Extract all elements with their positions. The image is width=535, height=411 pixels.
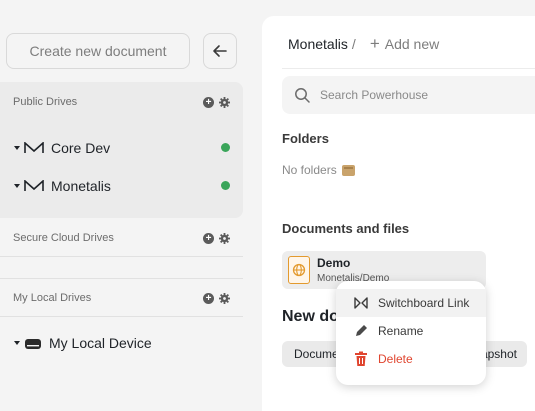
secure-drives-actions: + bbox=[203, 233, 230, 244]
context-menu: Switchboard Link Rename Delete bbox=[336, 281, 486, 385]
menu-item-label: Rename bbox=[378, 324, 424, 338]
gear-icon[interactable] bbox=[219, 97, 230, 108]
powerhouse-logo-icon bbox=[24, 142, 44, 153]
local-drives-actions: + bbox=[203, 293, 230, 304]
pencil-icon bbox=[352, 322, 370, 340]
switchboard-icon bbox=[352, 294, 370, 312]
powerhouse-logo-icon bbox=[24, 180, 44, 191]
drive-label: Core Dev bbox=[51, 140, 111, 156]
breadcrumb: Monetalis / + Add new bbox=[288, 35, 439, 52]
hard-drive-icon bbox=[25, 339, 41, 349]
drive-item-my-local-device[interactable]: My Local Device bbox=[14, 335, 152, 351]
document-globe-icon bbox=[288, 256, 310, 284]
gear-icon[interactable] bbox=[219, 233, 230, 244]
collapse-sidebar-button[interactable] bbox=[203, 33, 237, 69]
section-label-secure-cloud-drives: Secure Cloud Drives bbox=[13, 232, 114, 244]
drive-label: My Local Device bbox=[49, 335, 152, 351]
add-drive-icon[interactable]: + bbox=[203, 233, 214, 244]
section-label-public-drives: Public Drives bbox=[13, 96, 78, 108]
breadcrumb-separator: / bbox=[351, 35, 356, 52]
breadcrumb-root[interactable]: Monetalis bbox=[288, 36, 348, 52]
chevron-down-icon bbox=[14, 146, 20, 150]
gear-icon[interactable] bbox=[219, 293, 230, 304]
divider bbox=[0, 278, 243, 279]
chevron-down-icon bbox=[14, 184, 20, 188]
menu-item-label: Delete bbox=[378, 352, 413, 366]
search-input[interactable]: Search Powerhouse bbox=[282, 76, 535, 114]
add-drive-icon[interactable]: + bbox=[203, 97, 214, 108]
arrow-left-icon bbox=[213, 45, 227, 57]
drive-item-core-dev[interactable]: Core Dev bbox=[14, 140, 110, 156]
menu-item-rename[interactable]: Rename bbox=[336, 317, 486, 345]
add-new-button[interactable]: + Add new bbox=[370, 35, 439, 52]
documents-title: Documents and files bbox=[282, 221, 410, 236]
menu-item-delete[interactable]: Delete bbox=[336, 345, 486, 373]
add-new-label: Add new bbox=[384, 35, 440, 52]
drive-item-monetalis[interactable]: Monetalis bbox=[14, 178, 111, 194]
search-placeholder: Search Powerhouse bbox=[320, 88, 429, 102]
sync-status-icon bbox=[221, 143, 230, 152]
sidebar: Create new document Public Drives + Core… bbox=[0, 0, 243, 411]
sync-status-icon bbox=[221, 181, 230, 190]
box-icon bbox=[341, 164, 355, 176]
plus-icon: + bbox=[369, 34, 380, 53]
add-drive-icon[interactable]: + bbox=[203, 293, 214, 304]
chevron-down-icon bbox=[14, 341, 20, 345]
folders-empty-state: No folders bbox=[282, 163, 355, 177]
menu-item-label: Switchboard Link bbox=[378, 296, 470, 310]
trash-icon bbox=[352, 350, 370, 368]
empty-label: No folders bbox=[282, 163, 337, 177]
folders-title: Folders bbox=[282, 131, 329, 146]
menu-item-switchboard-link[interactable]: Switchboard Link bbox=[336, 289, 486, 317]
divider bbox=[282, 68, 535, 69]
public-drives-actions: + bbox=[203, 97, 230, 108]
search-icon bbox=[295, 88, 310, 103]
divider bbox=[0, 316, 243, 317]
new-document-button[interactable]: Document bbox=[282, 341, 344, 367]
drive-label: Monetalis bbox=[51, 178, 111, 194]
section-label-my-local-drives: My Local Drives bbox=[13, 292, 92, 304]
create-document-input[interactable]: Create new document bbox=[6, 33, 190, 69]
file-name: Demo bbox=[317, 256, 351, 270]
divider bbox=[0, 256, 243, 257]
